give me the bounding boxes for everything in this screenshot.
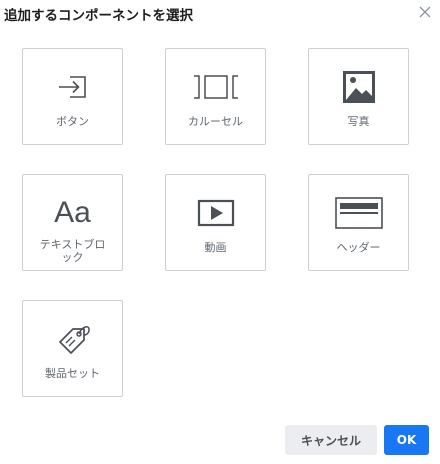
- text-aa-icon: Aa: [23, 195, 122, 231]
- component-tile-button[interactable]: ボタン: [22, 48, 123, 145]
- component-label: カルーセル: [188, 115, 243, 128]
- ok-button[interactable]: OK: [384, 425, 429, 455]
- component-label: 製品セット: [45, 367, 100, 380]
- header-icon: [309, 195, 408, 231]
- component-tile-header[interactable]: ヘッダー: [308, 174, 409, 271]
- component-tile-carousel[interactable]: カルーセル: [165, 48, 266, 145]
- dialog-title: 追加するコンポーネントを選択: [4, 8, 193, 24]
- text-aa-glyph: Aa: [54, 196, 91, 229]
- image-icon: [309, 69, 408, 105]
- component-tile-text-block[interactable]: Aa テキストブロック: [22, 174, 123, 271]
- component-tile-video[interactable]: 動画: [165, 174, 266, 271]
- component-label: 写真: [347, 115, 370, 128]
- play-video-icon: [166, 195, 265, 231]
- component-label: ヘッダー: [336, 241, 381, 254]
- cancel-button[interactable]: キャンセル: [285, 425, 377, 455]
- price-tag-icon: [23, 321, 122, 357]
- component-tile-product-set[interactable]: 製品セット: [22, 300, 123, 397]
- component-label: 動画: [204, 241, 227, 254]
- enter-box-icon: [23, 69, 122, 105]
- component-label: ボタン: [56, 115, 89, 128]
- close-icon[interactable]: [418, 4, 432, 18]
- carousel-icon: [166, 69, 265, 105]
- component-label: テキストブロック: [39, 238, 106, 264]
- component-tile-photo[interactable]: 写真: [308, 48, 409, 145]
